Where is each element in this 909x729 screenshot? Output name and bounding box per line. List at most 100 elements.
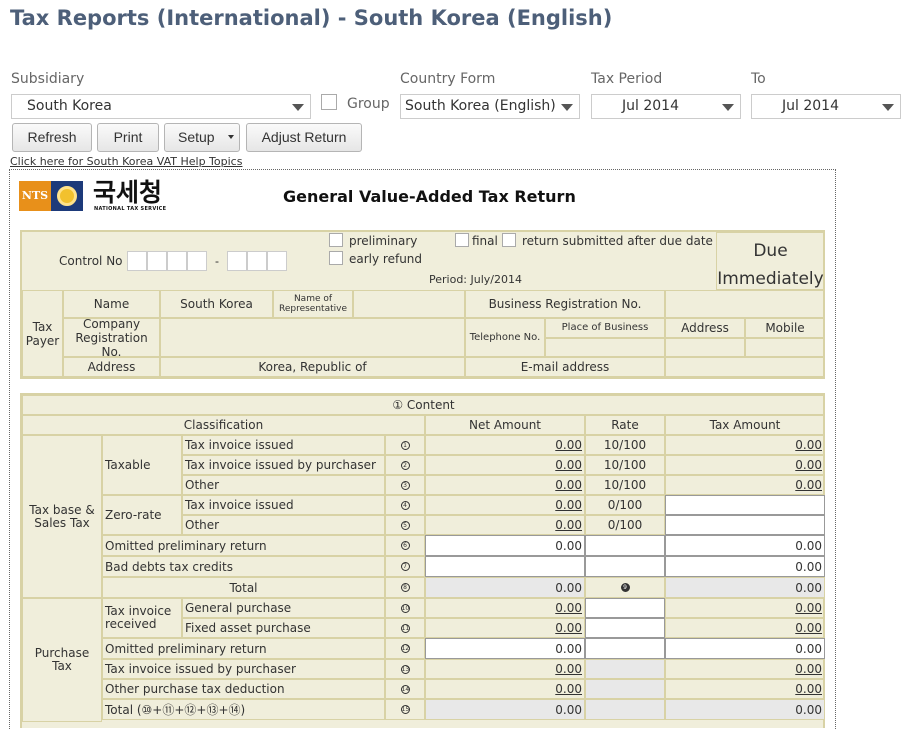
group-checkbox[interactable] [321, 94, 337, 110]
net-amount-link[interactable]: 0.00 [425, 618, 585, 638]
net-amount-link[interactable]: 0.00 [425, 598, 585, 618]
net-amount-link[interactable]: 0.00 [425, 495, 585, 515]
control-no-box-2[interactable] [147, 251, 167, 271]
tax-amount-input[interactable]: 0.00 [665, 556, 825, 577]
row-label: Bad debts tax credits [102, 556, 385, 577]
rate-empty [585, 699, 665, 720]
form-title: General Value-Added Tax Return [283, 187, 576, 206]
rate-value: 0/100 [585, 495, 665, 515]
tax-amount-link[interactable]: 0.00 [665, 475, 825, 495]
brn-label: Business Registration No. [465, 290, 665, 318]
tax-payer-label: Tax Payer [22, 290, 63, 377]
nts-english-name: NATIONAL TAX SERVICE [94, 206, 167, 212]
address-col-value [665, 338, 745, 357]
net-amount-link[interactable]: 0.00 [425, 475, 585, 495]
preliminary-checkbox[interactable] [329, 233, 343, 247]
due-immediately: Immediately [716, 268, 825, 290]
tax-amount-link[interactable]: 0.00 [665, 659, 825, 679]
rate-value: 0/100 [585, 515, 665, 535]
tax-amount-input[interactable]: 0.00 [665, 638, 825, 659]
rate-empty [585, 556, 665, 577]
nts-korean-name: 국세청 [93, 178, 163, 207]
row-number-icon: 5 [385, 515, 425, 535]
rate-number-icon: 9 [585, 577, 665, 598]
refresh-button[interactable]: Refresh [12, 123, 92, 152]
subsidiary-value: South Korea [27, 98, 112, 114]
rate-empty [585, 618, 665, 638]
tax-amount-link[interactable]: 0.00 [665, 598, 825, 618]
final-checkbox[interactable] [455, 233, 469, 247]
late-return-label: return submitted after due date [522, 234, 713, 248]
rate-value: 10/100 [585, 475, 665, 495]
to-period-select[interactable]: Jul 2014 [751, 94, 901, 119]
setup-button[interactable]: Setup [164, 123, 240, 152]
purchase-section-label: Purchase Tax [22, 598, 102, 722]
row-number-icon: 4 [385, 495, 425, 515]
zero-rate-label: Zero-rate [102, 495, 182, 535]
net-amount-link[interactable]: 0.00 [425, 659, 585, 679]
net-amount-input[interactable]: 0.00 [425, 535, 585, 556]
content-header: ① Content [22, 395, 825, 415]
row-label: Total (⑩+⑪+⑫+⑬+⑭) [102, 699, 385, 720]
rate-value: 10/100 [585, 435, 665, 455]
net-amount-link[interactable]: 0.00 [425, 515, 585, 535]
control-no-box-6[interactable] [247, 251, 267, 271]
place-of-business-label: Place of Business [545, 318, 665, 338]
final-label: final [472, 234, 498, 248]
tax-amount-link[interactable]: 0.00 [665, 679, 825, 699]
representative-value [353, 290, 465, 318]
row-number-icon: 14 [385, 679, 425, 699]
tax-amount-total: 0.00 [665, 577, 825, 598]
tax-period-select[interactable]: Jul 2014 [591, 94, 741, 119]
early-refund-checkbox[interactable] [329, 251, 343, 265]
control-no-box-5[interactable] [227, 251, 247, 271]
row-number-icon: 3 [385, 475, 425, 495]
row-number-icon: 11 [385, 618, 425, 638]
net-amount-input[interactable]: 0.00 [425, 638, 585, 659]
country-form-select[interactable]: South Korea (English) [400, 94, 580, 119]
rate-empty [585, 535, 665, 556]
address-col-label: Address [665, 318, 745, 338]
mobile-col-label: Mobile [745, 318, 825, 338]
address-value: Korea, Republic of [160, 357, 465, 377]
tax-amount-link[interactable]: 0.00 [665, 618, 825, 638]
control-no-box-7[interactable] [267, 251, 287, 271]
tax-amount-header: Tax Amount [665, 415, 825, 435]
net-amount-link[interactable]: 0.00 [425, 435, 585, 455]
tax-amount-link[interactable]: 0.00 [665, 455, 825, 475]
net-amount-link[interactable]: 0.00 [425, 455, 585, 475]
chevron-down-icon [722, 104, 734, 111]
control-no-box-3[interactable] [167, 251, 187, 271]
to-label: To [751, 71, 766, 87]
late-return-checkbox[interactable] [502, 233, 516, 247]
control-no-box-1[interactable] [127, 251, 147, 271]
row-number-icon: 8 [385, 577, 425, 598]
name-label: Name [63, 290, 160, 318]
sales-section-label: Tax base & Sales Tax [22, 435, 102, 598]
email-value [665, 357, 825, 377]
row-number-icon: 12 [385, 638, 425, 659]
net-amount-link[interactable]: 0.00 [425, 679, 585, 699]
tax-amount-input[interactable]: 0.00 [665, 535, 825, 556]
brn-value [665, 290, 825, 318]
tax-invoice-received-label: Tax invoice received [102, 598, 182, 638]
row-label: Omitted preliminary return [102, 535, 385, 556]
control-no-separator: - [215, 254, 219, 268]
period-text: Period: July/2014 [429, 273, 522, 286]
help-topics-link[interactable]: Click here for South Korea VAT Help Topi… [10, 155, 242, 168]
subsidiary-select[interactable]: South Korea [11, 94, 311, 119]
print-button[interactable]: Print [97, 123, 159, 152]
chevron-down-icon [292, 104, 304, 111]
setup-dropdown-icon [228, 135, 234, 139]
row-number-icon: 15 [385, 699, 425, 720]
setup-label: Setup [178, 129, 215, 145]
control-no-box-4[interactable] [187, 251, 207, 271]
control-no-label: Control No [59, 254, 123, 268]
place-of-business-value [545, 338, 665, 357]
tax-amount-empty [665, 515, 825, 535]
tax-amount-link[interactable]: 0.00 [665, 435, 825, 455]
adjust-return-button[interactable]: Adjust Return [246, 123, 362, 152]
total-label: Total [102, 577, 385, 598]
country-form-label: Country Form [400, 71, 496, 87]
row-number-icon: 2 [385, 455, 425, 475]
